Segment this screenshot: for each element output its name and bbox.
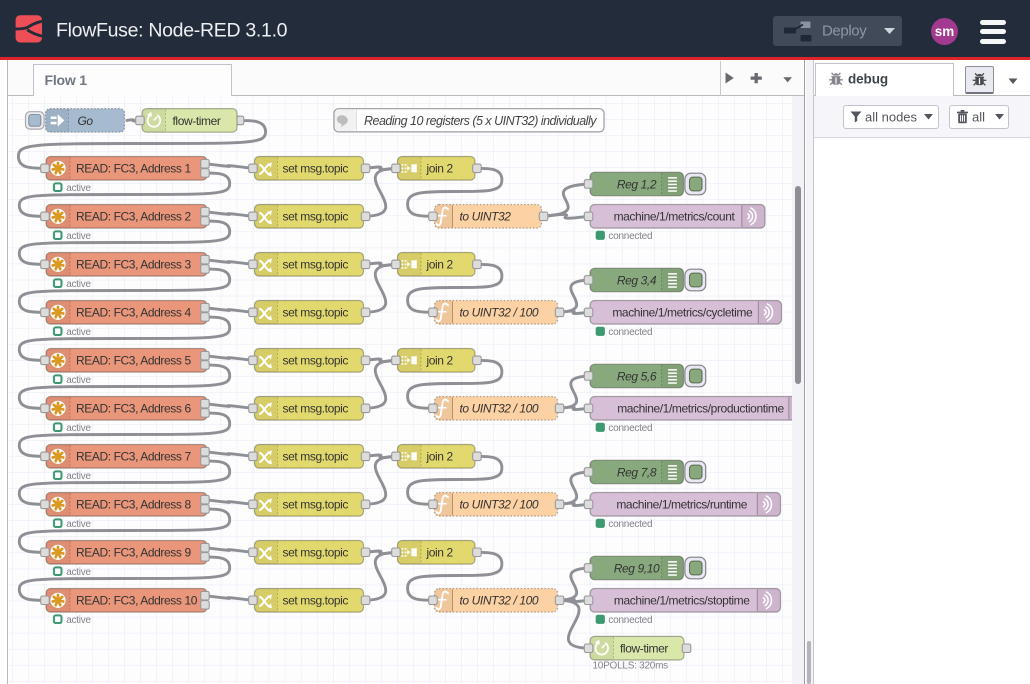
svg-text:READ: FC3, Address 2: READ: FC3, Address 2 [76,209,191,223]
svg-text:active: active [66,326,91,337]
svg-text:set msg.topic: set msg.topic [282,545,348,559]
svg-text:set msg.topic: set msg.topic [282,497,348,511]
svg-text:READ: FC3, Address 7: READ: FC3, Address 7 [76,449,191,463]
svg-text:flow-timer: flow-timer [172,113,220,127]
svg-text:active: active [66,182,91,193]
svg-text:Reg 3,4: Reg 3,4 [616,273,656,287]
svg-text:machine/1/metrics/stoptime: machine/1/metrics/stoptime [613,593,749,607]
svg-text:10POLLS: 320ms: 10POLLS: 320ms [592,660,668,671]
svg-text:machine/1/metrics/productionti: machine/1/metrics/productiontime [617,401,784,415]
svg-text:active: active [66,230,91,241]
svg-text:READ: FC3, Address 6: READ: FC3, Address 6 [76,401,191,415]
svg-text:to UINT32: to UINT32 [459,209,511,223]
svg-text:active: active [66,470,91,481]
svg-text:machine/1/metrics/count: machine/1/metrics/count [613,209,735,223]
svg-text:active: active [66,422,91,433]
svg-text:join 2: join 2 [425,449,453,463]
svg-text:set msg.topic: set msg.topic [282,257,348,271]
svg-text:READ: FC3, Address 9: READ: FC3, Address 9 [76,545,191,559]
svg-text:set msg.topic: set msg.topic [282,353,348,367]
svg-text:Reg 1,2: Reg 1,2 [616,177,656,191]
svg-text:READ: FC3, Address 1: READ: FC3, Address 1 [76,161,191,175]
svg-text:join 2: join 2 [425,257,453,271]
svg-text:active: active [66,518,91,529]
svg-text:connected: connected [608,614,652,625]
svg-text:connected: connected [608,326,652,337]
svg-text:set msg.topic: set msg.topic [282,593,348,607]
svg-text:join 2: join 2 [425,353,453,367]
svg-text:Reg 9,10: Reg 9,10 [613,561,659,575]
svg-text:active: active [66,374,91,385]
svg-text:READ: FC3, Address 8: READ: FC3, Address 8 [76,497,191,511]
svg-text:to UINT32 / 100: to UINT32 / 100 [459,497,538,511]
svg-text:connected: connected [608,518,652,529]
svg-text:flow-timer: flow-timer [620,641,668,655]
svg-text:set msg.topic: set msg.topic [282,161,348,175]
svg-text:set msg.topic: set msg.topic [282,209,348,223]
svg-text:machine/1/metrics/cycletime: machine/1/metrics/cycletime [612,305,753,319]
svg-text:join 2: join 2 [425,161,453,175]
svg-text:set msg.topic: set msg.topic [282,305,348,319]
svg-text:READ: FC3, Address 4: READ: FC3, Address 4 [76,305,191,319]
svg-text:READ: FC3, Address 5: READ: FC3, Address 5 [76,353,191,367]
svg-text:to UINT32 / 100: to UINT32 / 100 [459,593,538,607]
svg-text:machine/1/metrics/runtime: machine/1/metrics/runtime [616,497,747,511]
svg-text:Go: Go [77,113,93,127]
svg-text:Reg 7,8: Reg 7,8 [616,465,656,479]
svg-text:set msg.topic: set msg.topic [282,449,348,463]
svg-text:Reg 5,6: Reg 5,6 [616,369,656,383]
svg-text:to UINT32 / 100: to UINT32 / 100 [459,401,538,415]
svg-text:active: active [66,566,91,577]
svg-text:READ: FC3, Address 10: READ: FC3, Address 10 [76,593,198,607]
svg-text:to UINT32 / 100: to UINT32 / 100 [459,305,538,319]
svg-text:READ: FC3, Address 3: READ: FC3, Address 3 [76,257,191,271]
svg-text:Reading 10 registers (5 x UINT: Reading 10 registers (5 x UINT32) indivi… [364,113,597,127]
svg-text:active: active [66,278,91,289]
svg-text:set msg.topic: set msg.topic [282,401,348,415]
svg-text:connected: connected [608,422,652,433]
svg-text:active: active [66,614,91,625]
svg-text:join 2: join 2 [425,545,453,559]
svg-text:connected: connected [608,230,652,241]
